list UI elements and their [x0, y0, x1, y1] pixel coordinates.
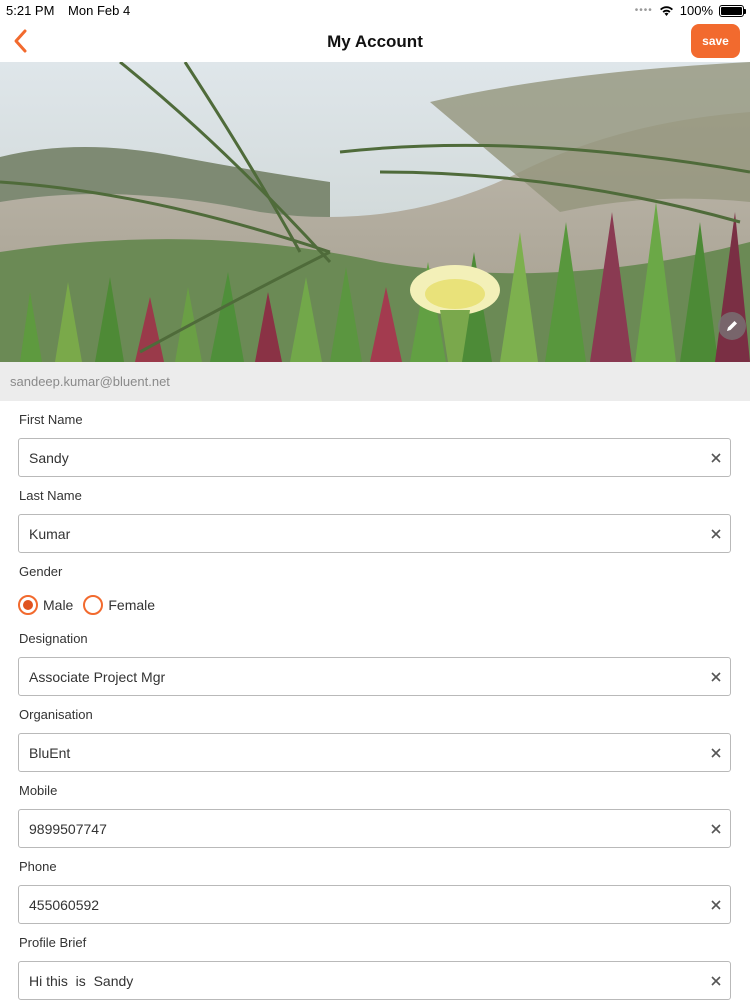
- email-strip: sandeep.kumar@bluent.net: [0, 362, 750, 401]
- status-left: 5:21 PM Mon Feb 4: [6, 3, 140, 18]
- designation-value: Associate Project Mgr: [29, 669, 166, 685]
- profile-brief-value: Hi this is Sandy: [29, 973, 134, 989]
- mobile-field[interactable]: 9899507747: [18, 809, 731, 848]
- organisation-label: Organisation: [19, 707, 93, 722]
- phone-clear-button[interactable]: [706, 895, 726, 915]
- cellular-dots-icon: ••••: [634, 5, 653, 16]
- gender-female-radio[interactable]: Female: [83, 595, 155, 615]
- save-button[interactable]: save: [691, 24, 740, 58]
- organisation-value: BluEnt: [29, 745, 71, 761]
- designation-field[interactable]: Associate Project Mgr: [18, 657, 731, 696]
- gender-male-label: Male: [43, 597, 74, 613]
- close-icon: [711, 748, 721, 758]
- last-name-clear-button[interactable]: [706, 524, 726, 544]
- organisation-clear-button[interactable]: [706, 743, 726, 763]
- last-name-value: Kumar: [29, 526, 71, 542]
- profile-brief-label: Profile Brief: [19, 935, 87, 950]
- cover-image: [0, 62, 750, 362]
- phone-field[interactable]: 455060592: [18, 885, 731, 924]
- status-time: 5:21 PM: [6, 3, 55, 18]
- page-title: My Account: [327, 32, 423, 51]
- mobile-clear-button[interactable]: [706, 819, 726, 839]
- phone-label: Phone: [19, 859, 57, 874]
- wifi-icon: [659, 5, 673, 16]
- close-icon: [711, 672, 721, 682]
- gender-label: Gender: [19, 564, 63, 579]
- close-icon: [711, 453, 721, 463]
- first-name-field[interactable]: Sandy: [18, 438, 731, 477]
- last-name-label: Last Name: [19, 488, 82, 503]
- profile-brief-clear-button[interactable]: [706, 971, 726, 991]
- gender-radio-group: Male Female: [18, 594, 165, 616]
- battery-icon: [719, 4, 746, 17]
- email-text: sandeep.kumar@bluent.net: [10, 374, 170, 389]
- status-date: Mon Feb 4: [68, 3, 131, 18]
- close-icon: [711, 976, 721, 986]
- status-right: •••• 100%: [634, 3, 746, 18]
- first-name-label: First Name: [19, 412, 83, 427]
- first-name-value: Sandy: [29, 450, 69, 466]
- designation-label: Designation: [19, 631, 88, 646]
- close-icon: [711, 900, 721, 910]
- last-name-field[interactable]: Kumar: [18, 514, 731, 553]
- first-name-clear-button[interactable]: [706, 448, 726, 468]
- radio-checked-icon: [18, 595, 38, 615]
- nav-bar: My Account save: [0, 20, 750, 62]
- designation-clear-button[interactable]: [706, 667, 726, 687]
- battery-percent: 100%: [679, 3, 713, 18]
- gender-male-radio[interactable]: Male: [18, 595, 73, 615]
- mobile-label: Mobile: [19, 783, 58, 798]
- radio-unchecked-icon: [83, 595, 104, 615]
- status-bar: 5:21 PM Mon Feb 4 •••• 100%: [0, 0, 750, 20]
- mobile-value: 9899507747: [29, 821, 107, 837]
- edit-cover-button[interactable]: [718, 312, 746, 340]
- organisation-field[interactable]: BluEnt: [18, 733, 731, 772]
- gender-female-label: Female: [108, 597, 156, 613]
- profile-brief-field[interactable]: Hi this is Sandy: [18, 961, 731, 1000]
- cover-photo: [0, 62, 750, 362]
- phone-value: 455060592: [29, 897, 100, 913]
- close-icon: [711, 529, 721, 539]
- pencil-icon: [727, 321, 737, 331]
- close-icon: [711, 824, 721, 834]
